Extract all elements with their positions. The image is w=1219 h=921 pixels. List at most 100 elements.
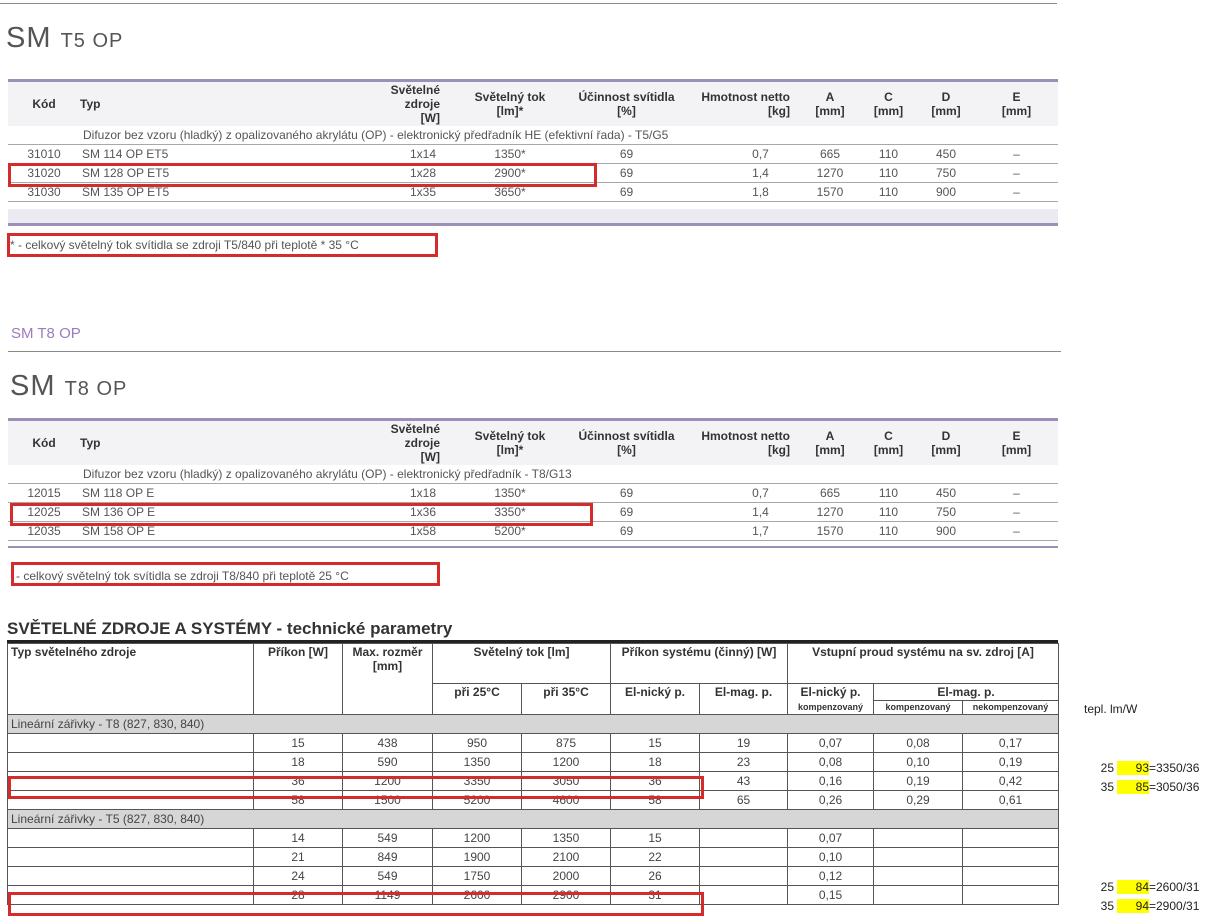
table-cell: 0,08 — [873, 733, 963, 753]
table-cell: 18 — [610, 752, 700, 772]
highlight-box-12025 — [10, 503, 593, 526]
group-label: Lineární zářivky - T8 (827, 830, 840) — [6, 714, 1060, 734]
col-header-line: [mm] — [931, 443, 961, 457]
table-cell: – — [975, 502, 1058, 522]
table-cell — [699, 866, 788, 886]
col-header-line: Typ — [80, 97, 101, 111]
table-cell: 23 — [699, 752, 788, 772]
table-row: 31010 SM 114 OP ET5 1x14 1350* 69 0,7 665 110 45… — [8, 144, 1058, 164]
table-cell: 110 — [860, 502, 917, 522]
table-cell — [7, 752, 254, 772]
col-header-line: [mm] — [1001, 443, 1032, 457]
table-cell — [699, 885, 788, 905]
col-header-line: [mm] — [873, 104, 904, 118]
table-cell: 900 — [917, 521, 975, 541]
col-header-elmag: El-mag. p. — [699, 683, 788, 715]
table-cell: 665 — [800, 483, 860, 503]
table-cell: 1900 — [432, 847, 522, 867]
col-header-line: [%] — [617, 104, 636, 118]
col-header-line: [mm] — [815, 443, 845, 457]
table-cell: – — [975, 483, 1058, 503]
col-header-line: Účinnost svítidla — [578, 90, 675, 104]
col-header-line: C — [884, 90, 893, 104]
col-header: Typ — [80, 421, 370, 465]
table-cell: 0,10 — [787, 847, 874, 867]
col-header: C [mm] — [860, 82, 917, 126]
table-cell: 2000 — [521, 866, 611, 886]
table-cell: 0,7 — [683, 483, 800, 503]
table-cell: 110 — [860, 483, 917, 503]
table-cell: 0,19 — [961, 752, 1060, 772]
table-cell: 0,17 — [961, 733, 1060, 753]
col-header-prikon: Příkon [W] — [253, 643, 343, 715]
side-note-formula: =3350/36 — [1149, 761, 1200, 775]
table-cell: 1x18 — [370, 483, 450, 503]
col-header-line: Hmotnost netto — [701, 90, 790, 104]
table-cell: 1270 — [800, 502, 860, 522]
col-header-line: Kód — [32, 436, 56, 450]
side-note-row: 25 93=3350/36 — [1098, 761, 1199, 775]
side-note-temperature: 35 — [1100, 899, 1114, 913]
col-header-line: Světelný tok — [474, 429, 546, 443]
col-header-line: [lm]* — [496, 104, 524, 118]
table-cell: 0,07 — [787, 828, 874, 848]
table-cell: SM 114 OP ET5 — [80, 144, 370, 164]
table-cell: 69 — [570, 483, 683, 503]
table-cell: 1350* — [450, 483, 570, 503]
table-cell — [873, 828, 963, 848]
table-row: 24 549 1750 2000 26 0,12 — [7, 866, 1060, 886]
table-cell: 0,26 — [787, 790, 874, 810]
section1-header-row: Kód Typ Světelné zdroje [W] Světelný tok [lm]… — [8, 82, 1058, 126]
section1-title-main: SM — [6, 22, 52, 54]
table-cell: 1x14 — [370, 144, 450, 164]
highlight-box-31020 — [8, 163, 597, 187]
table-cell: 0,12 — [787, 866, 874, 886]
table-cell: 0,61 — [961, 790, 1060, 810]
tech-parameters-table: Typ světelného zdroje Příkon [W] Max. ro… — [6, 643, 1060, 905]
table-cell: 0,16 — [787, 771, 874, 791]
col-header-line: [kg] — [768, 104, 790, 118]
description-row: Difuzor bez vzoru (hladký) z opalizované… — [8, 465, 1058, 484]
col-header: Účinnost svítidla [%] — [570, 421, 683, 465]
col-header-line: [%] — [617, 443, 636, 457]
side-note-efficacy: 94 — [1117, 899, 1149, 913]
col-header-line: [kg] — [768, 443, 790, 457]
top-divider — [0, 3, 1057, 4]
col-header-vstupni-proud: Vstupní proud systému na sv. zdroj [A] — [786, 643, 1060, 684]
side-note-temperature: 25 — [1100, 761, 1114, 775]
table-cell: 12015 — [8, 483, 80, 503]
col-header-line: Účinnost svítidla — [578, 429, 675, 443]
table-cell: 26 — [610, 866, 700, 886]
table-cell: 21 — [253, 847, 343, 867]
table-cell — [873, 885, 963, 905]
table-cell: 0,15 — [787, 885, 874, 905]
col-header: Světelný tok [lm]* — [450, 421, 570, 465]
table-cell: 0,08 — [787, 752, 874, 772]
highlight-box-t8-36w — [8, 776, 704, 799]
table-row: 21 849 1900 2100 22 0,10 — [7, 847, 1060, 867]
col-header: Hmotnost netto [kg] — [683, 82, 800, 126]
table-cell: 1570 — [800, 182, 860, 202]
col-header: D [mm] — [917, 421, 975, 465]
col-header-kompenzovany-mag: kompenzovaný — [873, 700, 963, 715]
table-cell: 43 — [699, 771, 788, 791]
side-note-header: tepl. lm/W — [1084, 702, 1138, 716]
table-cell: 31010 — [8, 144, 80, 164]
col-header-line: [mm] — [873, 443, 904, 457]
table-cell: 450 — [917, 144, 975, 164]
side-note-row: 35 85=3050/36 — [1098, 780, 1199, 794]
tech-table-body: Lineární zářivky - T8 (827, 830, 840) 15 4… — [6, 714, 1060, 905]
section2-small-heading: SM T8 OP — [11, 325, 81, 342]
table-cell: 875 — [521, 733, 611, 753]
col-header: Kód — [8, 82, 80, 126]
table-cell: 665 — [800, 144, 860, 164]
table-cell: – — [975, 163, 1058, 183]
table-cell: 0,07 — [787, 733, 874, 753]
table-row: 18 590 1350 1200 18 23 0,08 0,10 0,19 — [7, 752, 1060, 772]
table-cell: 1,4 — [683, 502, 800, 522]
section1-table-bottom — [8, 209, 1058, 226]
table-cell: 18 — [253, 752, 343, 772]
section2-header-row: Kód Typ Světelné zdroje [W] Světelný tok [lm]… — [8, 421, 1058, 465]
table-cell: 900 — [917, 182, 975, 202]
col-header-line: Světelné zdroje — [390, 83, 440, 111]
